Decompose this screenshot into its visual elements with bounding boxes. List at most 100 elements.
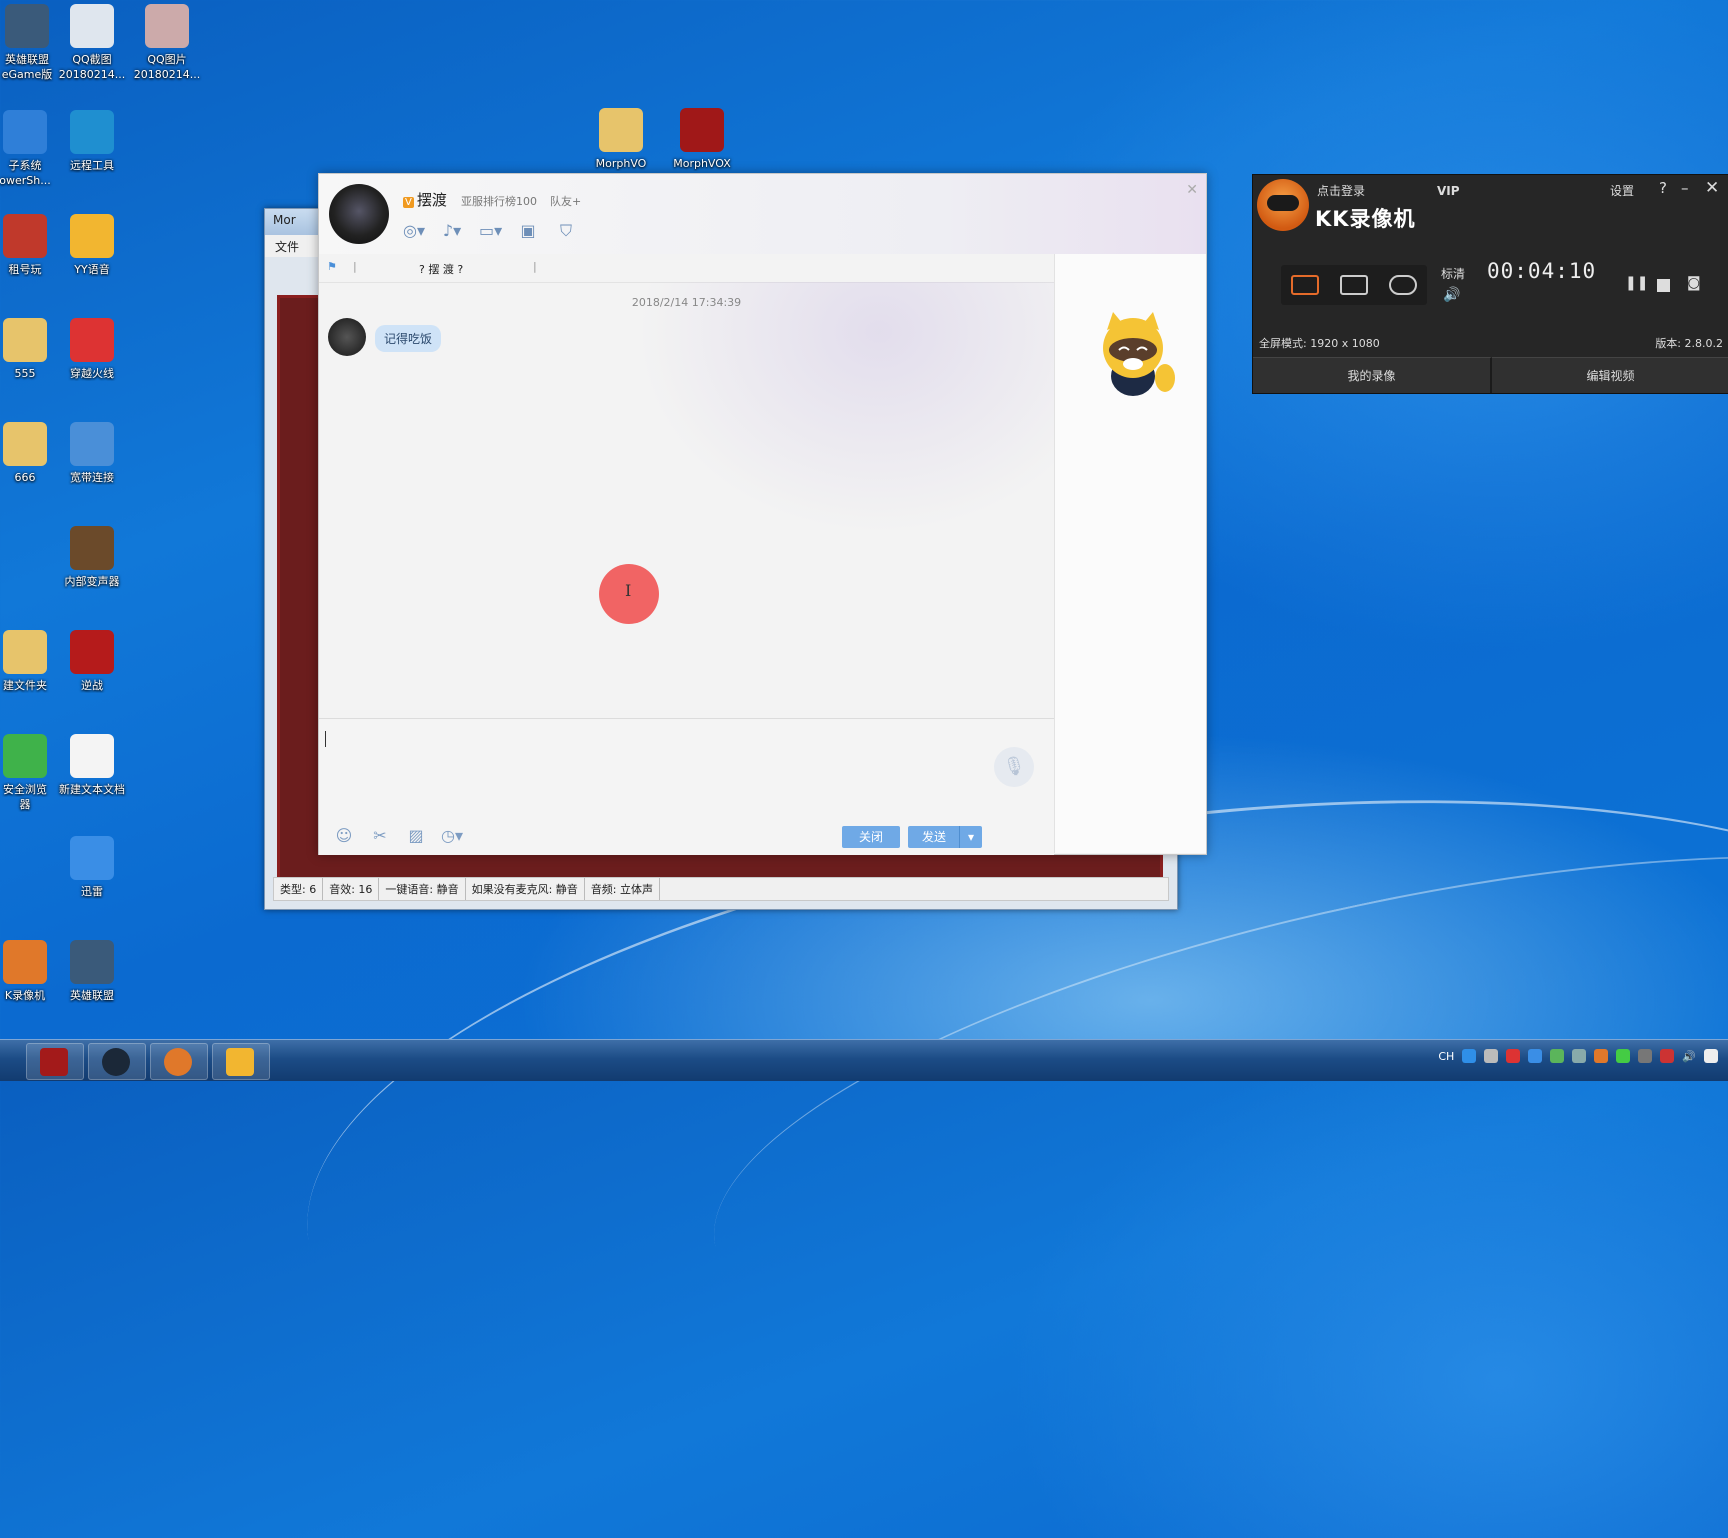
desktop-icon[interactable]: 租号玩 — [0, 214, 62, 277]
desktop-icon[interactable]: YY语音 — [55, 214, 129, 277]
add-friend-link[interactable]: 队友+ — [550, 193, 581, 209]
fullscreen-mode-icon[interactable] — [1291, 275, 1320, 295]
send-button[interactable]: 发送 — [908, 826, 960, 848]
message-input[interactable]: 🎙 ☺ ✂ ▨ ◷▾ 关闭 发送 ▾ — [319, 718, 1054, 855]
mouse-click-indicator — [599, 564, 659, 624]
steam-icon — [102, 1048, 130, 1076]
desktop-icon-label: MorphVO — [595, 157, 647, 170]
settings-button[interactable]: 设置 — [1610, 182, 1634, 199]
volume-tray-icon[interactable]: 🔊 — [1682, 1050, 1696, 1063]
desktop-icon[interactable]: 新建文本文档 — [55, 734, 129, 797]
close-icon[interactable]: ✕ — [1705, 178, 1719, 198]
taskbar-morphvox[interactable] — [26, 1043, 84, 1080]
contact-avatar[interactable] — [329, 184, 389, 244]
taskbar-steam[interactable] — [88, 1043, 146, 1080]
desktop-icon[interactable]: 迅雷 — [55, 836, 129, 899]
login-link[interactable]: 点击登录 — [1317, 182, 1365, 199]
app-tray-icon[interactable] — [1506, 1049, 1521, 1063]
desktop-icon-label: 英雄联盟 — [70, 989, 114, 1002]
microphone-icon[interactable]: 🎙 — [994, 747, 1034, 787]
app-icon — [3, 422, 47, 466]
qq-tray-icon[interactable] — [1462, 1049, 1477, 1063]
desktop-icon[interactable]: 555 — [0, 318, 62, 381]
history-clock-icon[interactable]: ◷▾ — [441, 827, 463, 845]
volume-icon[interactable]: 🔊 — [1443, 287, 1460, 303]
region-mode-icon[interactable] — [1339, 275, 1368, 295]
desktop-icon[interactable]: 内部变声器 — [55, 526, 129, 589]
game-mode-icon[interactable] — [1388, 275, 1417, 295]
desktop-icon[interactable]: MorphVOX — [665, 108, 739, 171]
desktop-icon-label: 666 — [14, 471, 36, 484]
close-button[interactable]: 关闭 — [842, 826, 900, 848]
app-icon — [70, 940, 114, 984]
desktop-icon[interactable]: 远程工具 — [55, 110, 129, 173]
chat-sidebar — [1054, 254, 1206, 853]
show-desktop-icon[interactable] — [1704, 1049, 1718, 1063]
scissors-icon[interactable]: ✂ — [369, 827, 391, 845]
desktop-icon[interactable]: 英雄联盟 — [55, 940, 129, 1003]
desktop-icon[interactable]: 穿越火线 — [55, 318, 129, 381]
vip-label[interactable]: VIP — [1437, 184, 1460, 198]
chat-window[interactable]: V 摆渡 亚服排行榜100 队友+ ◎▾ ♪▾ ▭▾ ▣ ⛉ ✕ ⚑ | ? 摆 … — [318, 173, 1207, 855]
desktop-icon[interactable]: 子系统 owerSh... — [0, 110, 62, 188]
app-icon — [3, 214, 47, 258]
alert-tray-icon[interactable] — [1660, 1049, 1675, 1063]
desktop-icon[interactable]: QQ截图 20180214... — [55, 4, 129, 82]
image-icon[interactable]: ▨ — [405, 827, 427, 845]
desktop-icon[interactable]: QQ图片 20180214... — [130, 4, 204, 82]
plus-tray-icon[interactable] — [1616, 1049, 1631, 1063]
tab-my-recordings[interactable]: 我的录像 — [1253, 357, 1492, 393]
contact-rank: 亚服排行榜100 — [461, 195, 537, 208]
pause-icon[interactable]: ❚❚ — [1625, 275, 1648, 291]
help-icon[interactable]: ? — [1659, 179, 1667, 197]
header-close-icon[interactable]: ✕ — [1186, 182, 1198, 198]
voice-call-icon[interactable]: ♪▾ — [441, 222, 463, 240]
input-language[interactable]: CH — [1438, 1050, 1454, 1063]
kk-recorder-window[interactable]: 点击登录 VIP KK录像机 设置 ? – ✕ 标清 🔊 00:04:10 ❚❚… — [1252, 174, 1728, 394]
tab-edit-video[interactable]: 编辑视频 — [1492, 357, 1728, 393]
minimize-icon[interactable]: – — [1681, 179, 1689, 197]
desktop-icon[interactable]: 安全浏览器 — [0, 734, 62, 812]
contact-name[interactable]: V 摆渡 — [403, 189, 447, 210]
send-options-chevron-down-icon[interactable]: ▾ — [959, 826, 982, 848]
steam-tray-icon[interactable] — [1572, 1049, 1587, 1063]
morphvox-statusbar: 类型: 6 音效: 16 一键语音: 静音 如果没有麦克风: 静音 音频: 立体… — [273, 877, 1169, 901]
misc-tray-icon[interactable] — [1638, 1049, 1653, 1063]
app-icon — [70, 318, 114, 362]
desktop-icon-label: 子系统 — [8, 159, 42, 172]
desktop-icon-label-line2: 20180214... — [58, 68, 126, 81]
kk-tray-icon[interactable] — [1594, 1049, 1609, 1063]
taskbar-kk[interactable] — [150, 1043, 208, 1080]
browser-tray-icon[interactable] — [1528, 1049, 1543, 1063]
quality-selector[interactable]: 标清 — [1441, 265, 1465, 282]
kk-icon — [164, 1048, 192, 1076]
chat-header-tools: ◎▾ ♪▾ ▭▾ ▣ ⛉ — [403, 222, 577, 240]
message-timestamp: 2018/2/14 17:34:39 — [631, 296, 742, 309]
message-area: 2018/2/14 17:34:39 记得吃饭 — [319, 282, 1054, 718]
desktop-icon[interactable]: 逆战 — [55, 630, 129, 693]
menu-file[interactable]: 文件 — [275, 240, 299, 254]
security-tray-icon[interactable] — [1550, 1049, 1565, 1063]
kk-tabs: 我的录像 编辑视频 — [1253, 357, 1728, 393]
emoji-icon[interactable]: ☺ — [333, 827, 355, 845]
shield-icon[interactable]: ⛉ — [555, 222, 577, 240]
desktop-icon[interactable]: K录像机 — [0, 940, 62, 1003]
stop-icon[interactable] — [1657, 279, 1670, 292]
desktop-icon[interactable]: 666 — [0, 422, 62, 485]
status-effects: 音效: 16 — [323, 878, 380, 900]
file-transfer-icon[interactable]: ▭▾ — [479, 222, 502, 240]
video-call-icon[interactable]: ◎▾ — [403, 222, 425, 240]
flag-icon[interactable]: ⚑ — [327, 260, 337, 273]
app-icon — [5, 4, 49, 48]
desktop-icon[interactable]: 建文件夹 — [0, 630, 62, 693]
desktop-icon[interactable]: MorphVO — [584, 108, 658, 171]
sender-avatar[interactable] — [328, 318, 366, 356]
desktop-icon-label: 内部变声器 — [64, 575, 120, 588]
taskbar-yy[interactable] — [212, 1043, 270, 1080]
network-tray-icon[interactable] — [1484, 1049, 1499, 1063]
desktop-icon-label: MorphVOX — [673, 157, 731, 170]
camera-icon[interactable]: ◙ — [1687, 275, 1701, 291]
screen-share-icon[interactable]: ▣ — [517, 222, 539, 240]
desktop-icon[interactable]: 宽带连接 — [55, 422, 129, 485]
app-icon — [70, 836, 114, 880]
